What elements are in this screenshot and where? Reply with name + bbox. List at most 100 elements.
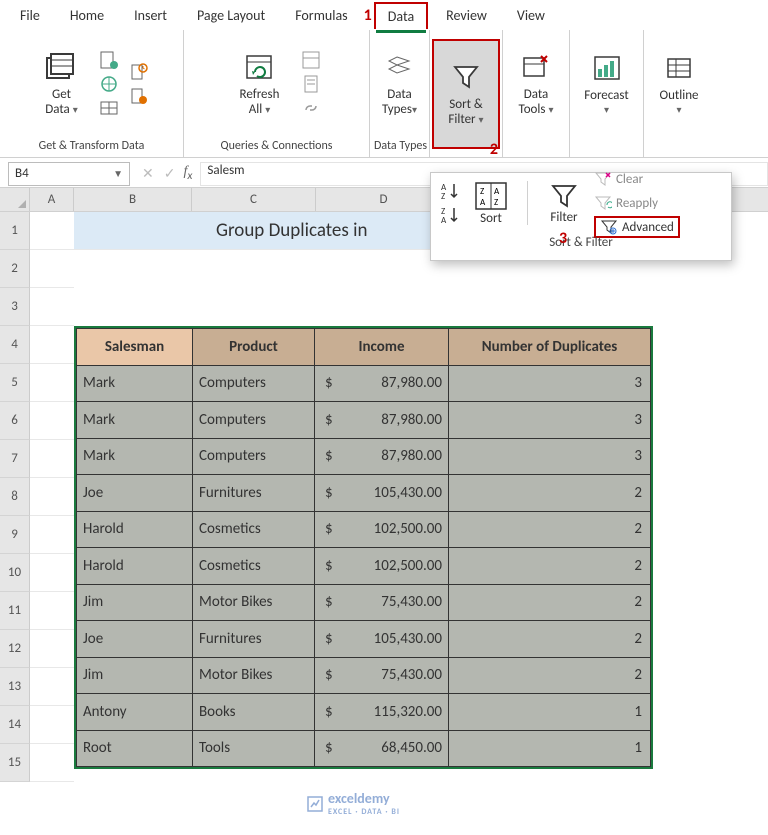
cell-salesman[interactable]: Joe	[77, 621, 193, 658]
cell-dup[interactable]: 2	[449, 511, 651, 548]
cell-income[interactable]: $87,980.00	[315, 365, 449, 402]
cell-income[interactable]: $75,430.00	[315, 657, 449, 694]
row-header[interactable]: 1	[0, 212, 30, 250]
cell-dup[interactable]: 2	[449, 621, 651, 658]
data-tools-button[interactable]: Data Tools ▾	[509, 36, 563, 132]
cell-dup[interactable]: 1	[449, 730, 651, 767]
table-row[interactable]: MarkComputers$87,980.003	[77, 365, 651, 402]
name-box-dropdown-icon[interactable]: ▼	[113, 167, 123, 180]
select-all-corner[interactable]	[0, 188, 30, 211]
cell-salesman[interactable]: Mark	[77, 438, 193, 475]
menu-data[interactable]: Data	[374, 2, 428, 29]
from-text-icon[interactable]	[97, 48, 121, 72]
cell-income[interactable]: $105,430.00	[315, 621, 449, 658]
cell-income[interactable]: $115,320.00	[315, 694, 449, 731]
cell-product[interactable]: Books	[193, 694, 315, 731]
cell-salesman[interactable]: Antony	[77, 694, 193, 731]
menu-view[interactable]: View	[505, 3, 557, 28]
get-data-button[interactable]: Get Data ▾	[33, 36, 91, 132]
refresh-all-button[interactable]: Refresh All ▾	[231, 36, 289, 132]
outline-button[interactable]: Outline ▾	[650, 36, 708, 132]
cell-product[interactable]: Furnitures	[193, 475, 315, 512]
row-header[interactable]: 11	[0, 592, 30, 630]
row-header[interactable]: 6	[0, 402, 30, 440]
cell-salesman[interactable]: Mark	[77, 365, 193, 402]
cell-product[interactable]: Computers	[193, 402, 315, 439]
table-row[interactable]: MarkComputers$87,980.003	[77, 402, 651, 439]
from-table-icon[interactable]	[97, 96, 121, 120]
row-header[interactable]: 9	[0, 516, 30, 554]
edit-links-icon[interactable]	[299, 96, 323, 120]
cell-salesman[interactable]: Joe	[77, 475, 193, 512]
cell-product[interactable]: Tools	[193, 730, 315, 767]
existing-conn-icon[interactable]	[127, 84, 151, 108]
cell-salesman[interactable]: Jim	[77, 657, 193, 694]
cell-income[interactable]: $75,430.00	[315, 584, 449, 621]
table-row[interactable]: MarkComputers$87,980.003	[77, 438, 651, 475]
cell-salesman[interactable]: Mark	[77, 402, 193, 439]
cancel-icon[interactable]: ✕	[142, 165, 154, 182]
cell-dup[interactable]: 3	[449, 438, 651, 475]
cell-salesman[interactable]: Root	[77, 730, 193, 767]
cell-product[interactable]: Computers	[193, 438, 315, 475]
row-header[interactable]: 2	[0, 250, 30, 288]
sort-dialog-button[interactable]: ZAAZ Sort	[467, 181, 515, 226]
recent-sources-icon[interactable]	[127, 60, 151, 84]
cell-product[interactable]: Furnitures	[193, 621, 315, 658]
cell-product[interactable]: Computers	[193, 365, 315, 402]
sort-filter-button[interactable]: Sort & Filter ▾	[432, 39, 500, 149]
row-header[interactable]: 15	[0, 744, 30, 782]
cell-product[interactable]: Motor Bikes	[193, 584, 315, 621]
row-header[interactable]: 4	[0, 326, 30, 364]
menu-home[interactable]: Home	[58, 3, 116, 28]
cell-dup[interactable]: 3	[449, 402, 651, 439]
menu-page-layout[interactable]: Page Layout	[185, 3, 277, 28]
cell-product[interactable]: Cosmetics	[193, 548, 315, 585]
row-header[interactable]: 3	[0, 288, 30, 326]
enter-icon[interactable]: ✓	[164, 165, 176, 182]
row-header[interactable]: 14	[0, 706, 30, 744]
cell-income[interactable]: $102,500.00	[315, 511, 449, 548]
table-row[interactable]: HaroldCosmetics$102,500.002	[77, 548, 651, 585]
cell-salesman[interactable]: Jim	[77, 584, 193, 621]
row-header[interactable]: 12	[0, 630, 30, 668]
menu-insert[interactable]: Insert	[122, 3, 179, 28]
cell-salesman[interactable]: Harold	[77, 548, 193, 585]
table-row[interactable]: JoeFurnitures$105,430.002	[77, 475, 651, 512]
forecast-button[interactable]: Forecast ▾	[578, 36, 636, 132]
col-C[interactable]: C	[192, 188, 316, 211]
queries-icon[interactable]	[299, 48, 323, 72]
table-row[interactable]: JimMotor Bikes$75,430.002	[77, 584, 651, 621]
cell-dup[interactable]: 2	[449, 657, 651, 694]
menu-file[interactable]: File	[8, 3, 52, 28]
data-table[interactable]: Salesman Product Income Number of Duplic…	[74, 326, 653, 769]
cell-income[interactable]: $105,430.00	[315, 475, 449, 512]
fx-icon[interactable]: fx	[183, 164, 192, 183]
from-web-icon[interactable]	[97, 72, 121, 96]
row-header[interactable]: 7	[0, 440, 30, 478]
cell-income[interactable]: $87,980.00	[315, 402, 449, 439]
sort-az-button[interactable]: AZ	[439, 181, 461, 201]
cell-product[interactable]: Cosmetics	[193, 511, 315, 548]
menu-formulas[interactable]: Formulas	[283, 3, 359, 28]
row-header[interactable]: 10	[0, 554, 30, 592]
name-box[interactable]: B4 ▼	[8, 162, 130, 186]
cell-salesman[interactable]: Harold	[77, 511, 193, 548]
table-row[interactable]: JimMotor Bikes$75,430.002	[77, 657, 651, 694]
row-header[interactable]: 5	[0, 364, 30, 402]
table-row[interactable]: JoeFurnitures$105,430.002	[77, 621, 651, 658]
cell-income[interactable]: $102,500.00	[315, 548, 449, 585]
properties-icon[interactable]	[299, 72, 323, 96]
cell-dup[interactable]: 3	[449, 365, 651, 402]
cell-income[interactable]: $68,450.00	[315, 730, 449, 767]
col-B[interactable]: B	[74, 188, 192, 211]
cell-dup[interactable]: 1	[449, 694, 651, 731]
menu-review[interactable]: Review	[434, 3, 499, 28]
cell-dup[interactable]: 2	[449, 475, 651, 512]
table-row[interactable]: AntonyBooks$115,320.001	[77, 694, 651, 731]
cell-dup[interactable]: 2	[449, 548, 651, 585]
table-row[interactable]: RootTools$68,450.001	[77, 730, 651, 767]
filter-button[interactable]: Filter	[540, 182, 588, 225]
cell-income[interactable]: $87,980.00	[315, 438, 449, 475]
table-row[interactable]: HaroldCosmetics$102,500.002	[77, 511, 651, 548]
